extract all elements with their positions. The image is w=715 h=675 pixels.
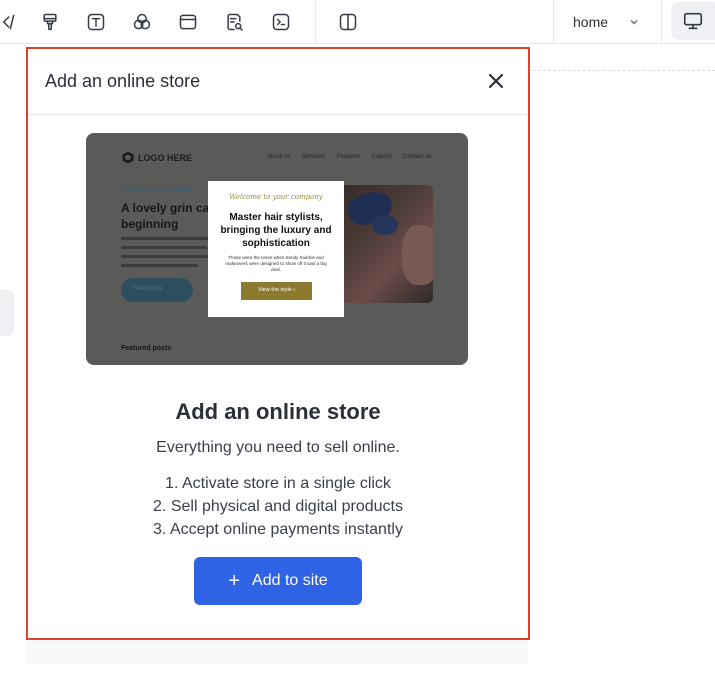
add-to-site-label: Add to site <box>252 572 328 589</box>
preview-card-script: Welcome to your company <box>229 193 323 201</box>
feature-step: 1. Activate store in a single click <box>165 475 391 492</box>
preview-nav-item: Experts <box>372 154 393 160</box>
shapes-icon[interactable] <box>129 9 155 35</box>
page-select[interactable]: home <box>556 0 660 44</box>
preview-headline: A lovely grin ca <box>121 201 210 215</box>
hexagon-logo-icon <box>122 151 134 164</box>
feature-step: 2. Sell physical and digital products <box>153 498 403 515</box>
toolbar-divider <box>315 0 316 44</box>
preview-read-more-button: Read more <box>121 278 193 302</box>
dialog-header: Add an online store <box>28 49 528 115</box>
chevron-down-icon <box>628 15 640 27</box>
feature-step: 3. Accept online payments instantly <box>153 521 403 538</box>
preview-logo-text: LOGO HERE <box>138 152 193 163</box>
page-select-value: home <box>573 14 609 30</box>
toolbar-divider <box>661 0 662 44</box>
brush-icon[interactable] <box>37 9 63 35</box>
preview-card-desc: Those were the times when trendy hairdos… <box>225 255 327 272</box>
preview-featured-posts: Featured posts <box>121 345 172 352</box>
desktop-icon <box>683 12 703 30</box>
store-heading: Add an online store <box>175 399 381 424</box>
preview-card-cta: View the style › <box>241 282 312 300</box>
preview-read-more-label: Read more <box>133 286 163 292</box>
add-online-store-dialog: Add an online store LOGO HERE About us S… <box>26 47 530 640</box>
preview-feature-card: Welcome to your company Master hair styl… <box>208 181 344 317</box>
dialog-title: Add an online store <box>45 71 201 91</box>
preview-nav-item: Services <box>302 154 326 160</box>
section-icon[interactable] <box>175 9 201 35</box>
add-to-site-button[interactable]: + Add to site <box>194 557 362 605</box>
text-icon[interactable] <box>83 9 109 35</box>
preview-kicker: Welcome to your company <box>121 187 192 193</box>
preview-card-title: Master hair stylists, bringing the luxur… <box>220 212 332 249</box>
desktop-view-button[interactable] <box>671 2 715 40</box>
preview-body-text <box>121 237 217 273</box>
toolbar-divider <box>553 0 554 44</box>
page-search-icon[interactable] <box>221 9 247 35</box>
preview-nav-item: About us <box>267 154 291 160</box>
store-subheading: Everything you need to sell online. <box>156 439 400 456</box>
layout-split-icon[interactable] <box>335 9 361 35</box>
canvas-area <box>26 640 528 664</box>
editor-page: home Add an online store LOGO HERE About <box>0 0 715 675</box>
feature-steps-list: 1. Activate store in a single click 2. S… <box>28 472 528 541</box>
preview-card-cta-label: View the style › <box>257 287 296 293</box>
preview-nav-item: Contact us <box>403 154 432 160</box>
preview-logo: LOGO HERE <box>122 151 192 164</box>
terminal-icon[interactable] <box>268 9 294 35</box>
close-icon[interactable] <box>486 71 506 91</box>
store-preview-image: LOGO HERE About us Services Features Exp… <box>86 133 468 365</box>
left-panel-handle[interactable] <box>0 290 14 336</box>
preview-headline-2: beginning <box>121 217 179 231</box>
preview-nav-item: Features <box>337 154 361 160</box>
code-icon[interactable] <box>0 9 20 35</box>
top-toolbar: home <box>0 0 715 44</box>
canvas-guide-line <box>528 70 715 71</box>
plus-icon: + <box>228 570 241 592</box>
